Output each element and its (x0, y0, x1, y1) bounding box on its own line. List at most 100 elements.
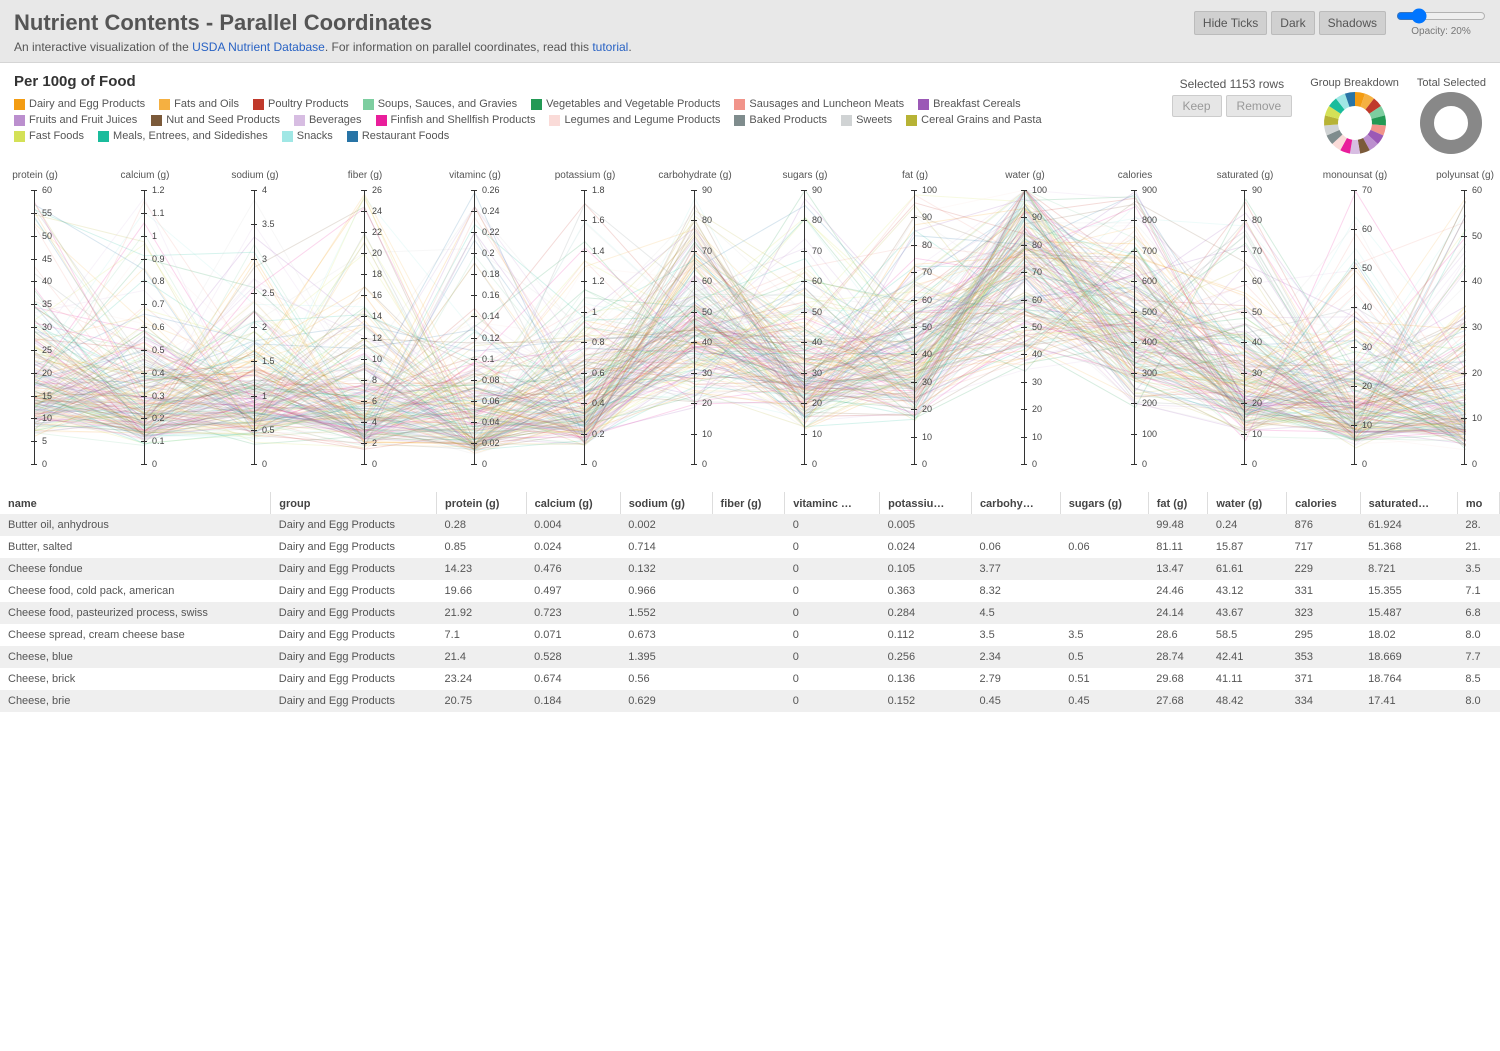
table-row[interactable]: Cheese, brieDairy and Egg Products20.750… (0, 690, 1500, 712)
tick-label: 2 (262, 322, 267, 332)
table-row[interactable]: Cheese food, pasteurized process, swissD… (0, 602, 1500, 624)
tick-label: 6 (372, 396, 377, 406)
tick-label: 3 (262, 254, 267, 264)
shadows-button[interactable]: Shadows (1319, 11, 1386, 35)
column-header[interactable]: calories (1287, 492, 1360, 514)
column-header[interactable]: group (271, 492, 437, 514)
legend-item[interactable]: Poultry Products (253, 98, 349, 110)
remove-button[interactable]: Remove (1226, 95, 1293, 117)
column-header[interactable]: potassiu… (880, 492, 972, 514)
column-header[interactable]: protein (g) (437, 492, 527, 514)
hide-ticks-button[interactable]: Hide Ticks (1194, 11, 1267, 35)
table-cell: Dairy and Egg Products (271, 668, 437, 690)
axis[interactable]: vitaminc (g)00.020.040.060.080.10.120.14… (474, 172, 476, 482)
legend-item[interactable]: Legumes and Legume Products (549, 114, 720, 126)
tick-label: 30 (702, 368, 712, 378)
axis[interactable]: carbohydrate (g)0102030405060708090 (694, 172, 696, 482)
legend-label: Fast Foods (29, 130, 84, 142)
table-row[interactable]: Cheese, blueDairy and Egg Products21.40.… (0, 646, 1500, 668)
column-header[interactable]: sodium (g) (620, 492, 712, 514)
parcoords-chart[interactable]: protein (g)051015202530354045505560 calci… (14, 172, 1486, 482)
legend-item[interactable]: Restaurant Foods (347, 130, 449, 142)
legend-item[interactable]: Meals, Entrees, and Sidedishes (98, 130, 268, 142)
column-header[interactable]: vitaminc … (785, 492, 880, 514)
table-row[interactable]: Cheese fondueDairy and Egg Products14.23… (0, 558, 1500, 580)
column-header[interactable]: sugars (g) (1060, 492, 1148, 514)
axis[interactable]: saturated (g)0102030405060708090 (1244, 172, 1246, 482)
table-cell: 23.24 (437, 668, 527, 690)
legend-item[interactable]: Fats and Oils (159, 98, 239, 110)
column-header[interactable]: name (0, 492, 271, 514)
tick-label: 0.8 (152, 276, 165, 286)
axis[interactable]: protein (g)051015202530354045505560 (34, 172, 36, 482)
table-cell: 17.41 (1360, 690, 1457, 712)
axis[interactable]: sugars (g)0102030405060708090 (804, 172, 806, 482)
tick-label: 90 (812, 185, 822, 195)
tick-label: 0 (922, 459, 927, 469)
legend-item[interactable]: Dairy and Egg Products (14, 98, 145, 110)
tick-label: 20 (1252, 398, 1262, 408)
column-header[interactable]: mo (1457, 492, 1499, 514)
axis[interactable]: potassium (g)00.20.40.60.811.21.41.61.8 (584, 172, 586, 482)
table-row[interactable]: Cheese spread, cream cheese baseDairy an… (0, 624, 1500, 646)
legend-item[interactable]: Finfish and Shellfish Products (376, 114, 536, 126)
table-cell: 0 (785, 536, 880, 558)
axis[interactable]: monounsat (g)010203040506070 (1354, 172, 1356, 482)
legend-item[interactable]: Baked Products (734, 114, 827, 126)
tick-label: 0.24 (482, 206, 500, 216)
usda-link[interactable]: USDA Nutrient Database (192, 40, 325, 54)
legend-item[interactable]: Soups, Sauces, and Gravies (363, 98, 517, 110)
tick-label: 1.8 (592, 185, 605, 195)
column-header[interactable]: saturated… (1360, 492, 1457, 514)
total-selected-donut (1419, 91, 1483, 155)
column-header[interactable]: water (g) (1208, 492, 1287, 514)
axis[interactable]: calcium (g)00.10.20.30.40.50.60.70.80.91… (144, 172, 146, 482)
axis[interactable]: fiber (g)02468101214161820222426 (364, 172, 366, 482)
tick-label: 5 (42, 436, 47, 446)
axis[interactable]: fat (g)0102030405060708090100 (914, 172, 916, 482)
legend-item[interactable]: Fruits and Fruit Juices (14, 114, 137, 126)
table-cell (712, 602, 785, 624)
axis[interactable]: water (g)0102030405060708090100 (1024, 172, 1026, 482)
legend-item[interactable]: Vegetables and Vegetable Products (531, 98, 720, 110)
tick-label: 0.6 (152, 322, 165, 332)
legend: Dairy and Egg Products Fats and Oils Poult… (14, 98, 1064, 142)
legend-item[interactable]: Sweets (841, 114, 892, 126)
axis[interactable]: sodium (g)00.511.522.533.54 (254, 172, 256, 482)
table-row[interactable]: Butter oil, anhydrousDairy and Egg Produ… (0, 514, 1500, 536)
axis[interactable]: polyunsat (g)0102030405060 (1464, 172, 1466, 482)
table-cell: 0.45 (1060, 690, 1148, 712)
tutorial-link[interactable]: tutorial (592, 40, 628, 54)
column-header[interactable]: carbohy… (971, 492, 1060, 514)
opacity-slider[interactable] (1396, 8, 1486, 24)
legend-item[interactable]: Snacks (282, 130, 333, 142)
legend-item[interactable]: Sausages and Luncheon Meats (734, 98, 904, 110)
table-cell: 0.071 (526, 624, 620, 646)
legend-item[interactable]: Nut and Seed Products (151, 114, 280, 126)
legend-item[interactable]: Fast Foods (14, 130, 84, 142)
tick-label: 50 (42, 231, 52, 241)
table-cell: 0.105 (880, 558, 972, 580)
column-header[interactable]: calcium (g) (526, 492, 620, 514)
column-header[interactable]: fat (g) (1148, 492, 1208, 514)
table-cell: 0 (785, 690, 880, 712)
axis-line (1354, 190, 1355, 464)
legend-item[interactable]: Cereal Grains and Pasta (906, 114, 1041, 126)
table-cell: 371 (1287, 668, 1360, 690)
table-cell (712, 646, 785, 668)
tick-label: 900 (1142, 185, 1157, 195)
tick-label: 0 (482, 459, 487, 469)
table-cell: 0.24 (1208, 514, 1287, 536)
table-row[interactable]: Cheese, brickDairy and Egg Products23.24… (0, 668, 1500, 690)
table-row[interactable]: Cheese food, cold pack, americanDairy an… (0, 580, 1500, 602)
legend-item[interactable]: Beverages (294, 114, 362, 126)
legend-item[interactable]: Breakfast Cereals (918, 98, 1020, 110)
axis[interactable]: calories0100200300400500600700800900 (1134, 172, 1136, 482)
table-row[interactable]: Butter, saltedDairy and Egg Products0.85… (0, 536, 1500, 558)
legend-swatch (906, 115, 917, 126)
column-header[interactable]: fiber (g) (712, 492, 785, 514)
dark-button[interactable]: Dark (1271, 11, 1314, 35)
tick-label: 50 (922, 322, 932, 332)
legend-swatch (376, 115, 387, 126)
keep-button[interactable]: Keep (1172, 95, 1222, 117)
